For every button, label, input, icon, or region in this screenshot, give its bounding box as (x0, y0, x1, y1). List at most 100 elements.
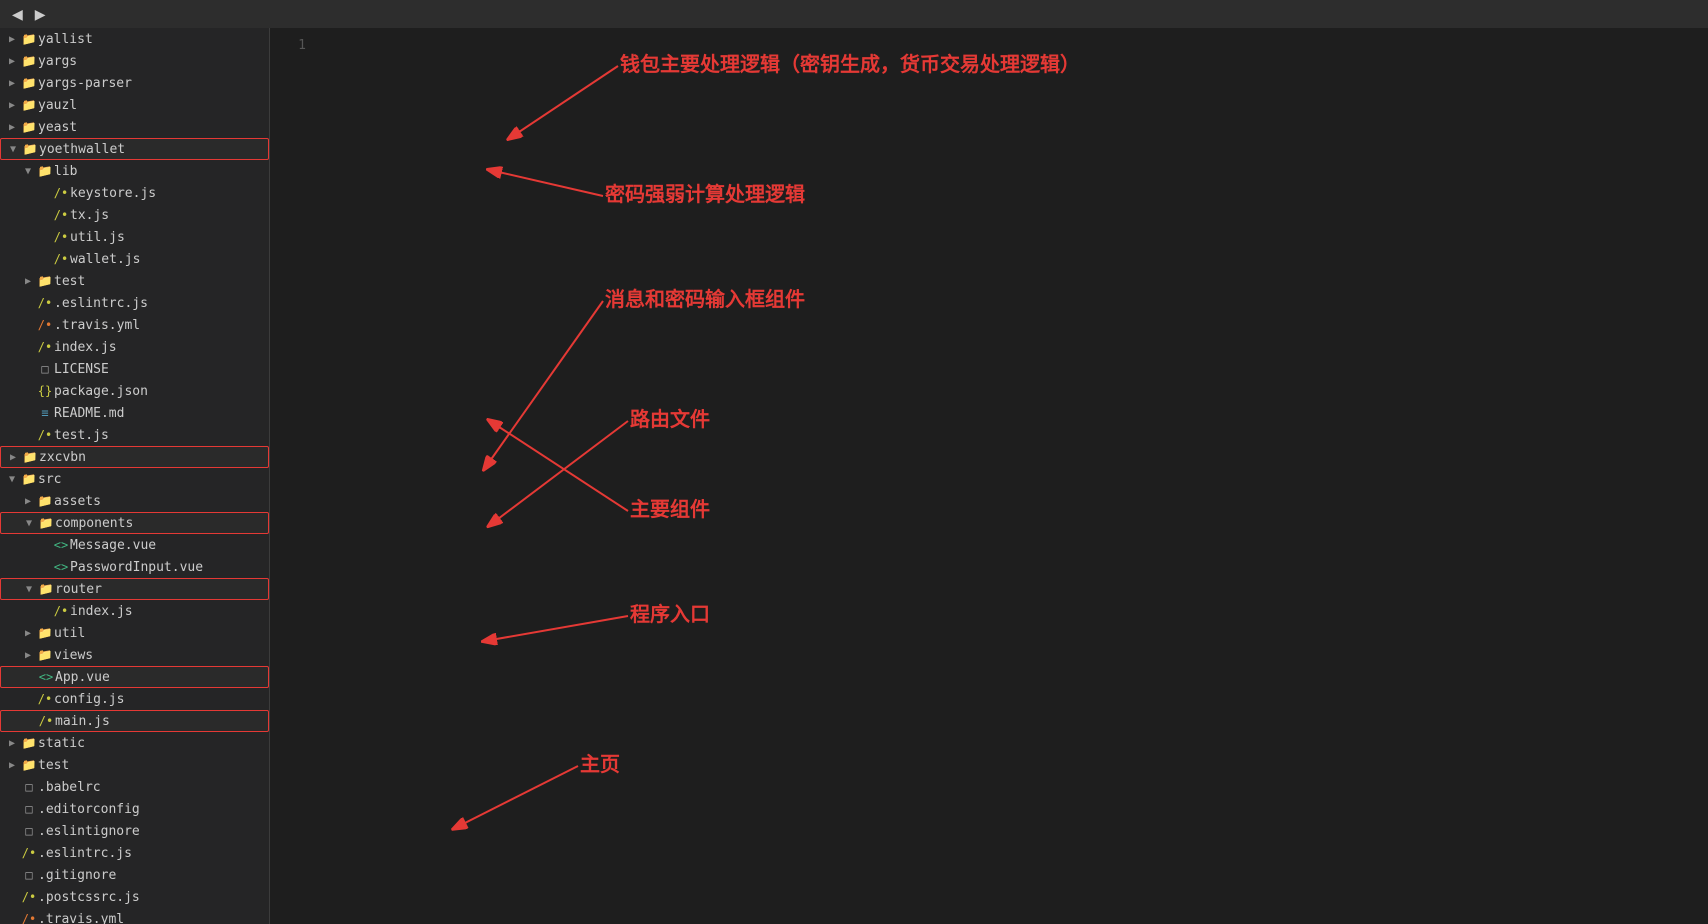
tree-item-.eslintrc.js2[interactable]: /• .eslintrc.js (0, 842, 269, 864)
file-label-.editorconfig: .editorconfig (38, 802, 140, 817)
file-label-test.js: test.js (54, 428, 109, 443)
folder-arrow-static: ▶ (4, 738, 20, 749)
tree-item-App.vue[interactable]: <> App.vue (0, 666, 269, 688)
main-layout: ▶ 📁 yallist ▶ 📁 yargs ▶ 📁 yargs-parser ▶… (0, 28, 1708, 924)
file-icon-views: 📁 (36, 648, 54, 662)
tree-item-PasswordInput.vue[interactable]: <> PasswordInput.vue (0, 556, 269, 578)
tree-item-yallist[interactable]: ▶ 📁 yallist (0, 28, 269, 50)
file-label-yeast: yeast (38, 120, 77, 135)
tree-item-.editorconfig[interactable]: □ .editorconfig (0, 798, 269, 820)
tree-item-yeast[interactable]: ▶ 📁 yeast (0, 116, 269, 138)
folder-arrow-lib: ▼ (20, 166, 36, 177)
tree-item-yauzl[interactable]: ▶ 📁 yauzl (0, 94, 269, 116)
file-label-yauzl: yauzl (38, 98, 77, 113)
tree-item-tx.js[interactable]: /• tx.js (0, 204, 269, 226)
tree-item-views[interactable]: ▶ 📁 views (0, 644, 269, 666)
tree-item-.gitignore[interactable]: □ .gitignore (0, 864, 269, 886)
file-label-yargs: yargs (38, 54, 77, 69)
editor-content (320, 36, 1708, 924)
tree-item-.travis.yml2[interactable]: /• .travis.yml (0, 908, 269, 924)
tree-item-Message.vue[interactable]: <> Message.vue (0, 534, 269, 556)
back-button[interactable]: ◀ (8, 4, 27, 25)
file-label-.travis.yml2: .travis.yml (38, 912, 124, 924)
tree-item-util2[interactable]: ▶ 📁 util (0, 622, 269, 644)
folder-arrow-util2: ▶ (20, 628, 36, 639)
file-label-router-index.js: index.js (70, 604, 133, 619)
tree-item-src[interactable]: ▼ 📁 src (0, 468, 269, 490)
tree-item-.eslintignore[interactable]: □ .eslintignore (0, 820, 269, 842)
tree-item-router-index.js[interactable]: /• index.js (0, 600, 269, 622)
tree-item-.postcssrc.js[interactable]: /• .postcssrc.js (0, 886, 269, 908)
file-label-README.md: README.md (54, 406, 124, 421)
file-icon-main.js: /• (37, 714, 55, 728)
tree-item-.babelrc[interactable]: □ .babelrc (0, 776, 269, 798)
folder-arrow-test2: ▶ (4, 760, 20, 771)
tree-item-yoethwallet[interactable]: ▼ 📁 yoethwallet (0, 138, 269, 160)
file-label-wallet.js: wallet.js (70, 252, 140, 267)
tree-item-main.js[interactable]: /• main.js (0, 710, 269, 732)
file-icon-.travis.yml: /• (36, 318, 54, 332)
file-icon-wallet.js: /• (52, 252, 70, 266)
file-icon-router: 📁 (37, 582, 55, 596)
file-label-.eslintrc.js2: .eslintrc.js (38, 846, 132, 861)
tree-item-README.md[interactable]: ≡ README.md (0, 402, 269, 424)
tree-item-.eslintrc.js[interactable]: /• .eslintrc.js (0, 292, 269, 314)
editor-pane: 1 (270, 28, 1708, 924)
tree-item-test2[interactable]: ▶ 📁 test (0, 754, 269, 776)
file-label-util.js: util.js (70, 230, 125, 245)
tree-item-router[interactable]: ▼ 📁 router (0, 578, 269, 600)
tree-item-keystore.js[interactable]: /• keystore.js (0, 182, 269, 204)
file-icon-package.json: {} (36, 384, 54, 398)
forward-button[interactable]: ▶ (31, 4, 50, 25)
file-label-keystore.js: keystore.js (70, 186, 156, 201)
tree-item-LICENSE[interactable]: □ LICENSE (0, 358, 269, 380)
tree-item-package.json[interactable]: {} package.json (0, 380, 269, 402)
tree-item-test1[interactable]: ▶ 📁 test (0, 270, 269, 292)
folder-arrow-assets: ▶ (20, 496, 36, 507)
file-label-main.js: main.js (55, 714, 110, 729)
file-tree[interactable]: ▶ 📁 yallist ▶ 📁 yargs ▶ 📁 yargs-parser ▶… (0, 28, 270, 924)
file-label-src: src (38, 472, 61, 487)
file-label-zxcvbn: zxcvbn (39, 450, 86, 465)
file-icon-util.js: /• (52, 230, 70, 244)
folder-arrow-yauzl: ▶ (4, 100, 20, 111)
file-icon-index.js: /• (36, 340, 54, 354)
tree-item-util.js[interactable]: /• util.js (0, 226, 269, 248)
file-icon-zxcvbn: 📁 (21, 450, 39, 464)
file-label-tx.js: tx.js (70, 208, 109, 223)
tree-item-config.js[interactable]: /• config.js (0, 688, 269, 710)
file-label-LICENSE: LICENSE (54, 362, 109, 377)
file-label-yoethwallet: yoethwallet (39, 142, 125, 157)
file-label-components: components (55, 516, 133, 531)
file-label-.travis.yml: .travis.yml (54, 318, 140, 333)
tree-item-index.js[interactable]: /• index.js (0, 336, 269, 358)
folder-arrow-views: ▶ (20, 650, 36, 661)
folder-arrow-test1: ▶ (20, 276, 36, 287)
tree-item-zxcvbn[interactable]: ▶ 📁 zxcvbn (0, 446, 269, 468)
file-icon-Message.vue: <> (52, 538, 70, 552)
tree-item-lib[interactable]: ▼ 📁 lib (0, 160, 269, 182)
tree-item-test.js[interactable]: /• test.js (0, 424, 269, 446)
file-icon-.eslintrc.js: /• (36, 296, 54, 310)
tree-item-.travis.yml[interactable]: /• .travis.yml (0, 314, 269, 336)
folder-arrow-router: ▼ (21, 584, 37, 595)
file-icon-yoethwallet: 📁 (21, 142, 39, 156)
file-icon-LICENSE: □ (36, 362, 54, 376)
file-icon-yargs: 📁 (20, 54, 38, 68)
file-label-util2: util (54, 626, 85, 641)
file-icon-.postcssrc.js: /• (20, 890, 38, 904)
folder-arrow-components: ▼ (21, 518, 37, 529)
file-icon-yallist: 📁 (20, 32, 38, 46)
tree-item-assets[interactable]: ▶ 📁 assets (0, 490, 269, 512)
tree-item-wallet.js[interactable]: /• wallet.js (0, 248, 269, 270)
tree-item-components[interactable]: ▼ 📁 components (0, 512, 269, 534)
tree-item-static[interactable]: ▶ 📁 static (0, 732, 269, 754)
file-icon-.gitignore: □ (20, 868, 38, 882)
file-icon-.eslintignore: □ (20, 824, 38, 838)
file-icon-README.md: ≡ (36, 406, 54, 420)
tree-item-yargs[interactable]: ▶ 📁 yargs (0, 50, 269, 72)
file-icon-components: 📁 (37, 516, 55, 530)
tree-item-yargs-parser[interactable]: ▶ 📁 yargs-parser (0, 72, 269, 94)
file-icon-.babelrc: □ (20, 780, 38, 794)
file-icon-.eslintrc.js2: /• (20, 846, 38, 860)
